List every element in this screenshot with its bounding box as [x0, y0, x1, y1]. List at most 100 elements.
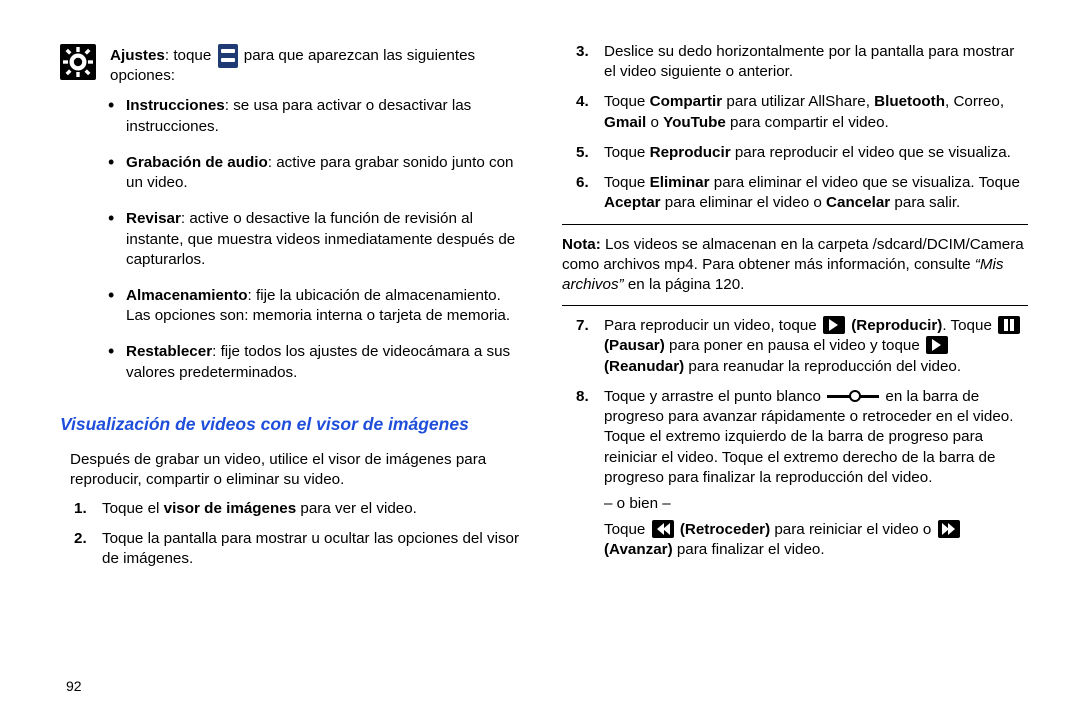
t: Toque: [604, 93, 650, 110]
step-text: Deslice su dedo horizontalmente por la p…: [604, 43, 1014, 80]
step-7: 7. Para reproducir un video, toque (Repr…: [562, 316, 1028, 377]
t: Para reproducir un video, toque: [604, 317, 821, 334]
pause-icon: [998, 316, 1020, 334]
bullet-title: Revisar: [126, 210, 181, 227]
t: Toque: [604, 521, 650, 538]
step-text: Toque y arrastre el punto blanco en la b…: [604, 388, 1028, 559]
bullet-title: Almacenamiento: [126, 287, 248, 304]
ajustes-item: Ajustes: toque para que aparezcan las si…: [60, 42, 526, 86]
page-number: 92: [66, 677, 82, 696]
manual-page: Ajustes: toque para que aparezcan las si…: [0, 0, 1080, 720]
right-column: 3. Deslice su dedo horizontalmente por l…: [562, 42, 1028, 579]
note-block: Nota: Los videos se almacenan en la carp…: [562, 235, 1028, 296]
bullet-title: Instrucciones: [126, 97, 225, 114]
intro-paragraph: Después de grabar un video, utilice el v…: [70, 450, 522, 490]
bullet-restablecer: Restablecer: fije todos los ajustes de v…: [108, 342, 526, 382]
t-bold: Aceptar: [604, 194, 661, 211]
t-bold: Eliminar: [650, 174, 710, 191]
step-number: 8.: [576, 387, 589, 407]
sliders-icon: [218, 44, 238, 68]
t: Toque el: [102, 500, 164, 517]
t: para reiniciar el video o: [770, 521, 935, 538]
t: para eliminar el video que se visualiza.…: [710, 174, 1020, 191]
t: para reproducir el video que se visualiz…: [731, 144, 1011, 161]
step-number: 7.: [576, 316, 589, 336]
left-column: Ajustes: toque para que aparezcan las si…: [60, 42, 526, 579]
t: para finalizar el video.: [673, 541, 825, 558]
t: en la página 120.: [624, 276, 745, 293]
rewind-icon: [652, 520, 674, 538]
right-steps-a: 3. Deslice su dedo horizontalmente por l…: [562, 42, 1028, 214]
step-1: 1. Toque el visor de imágenes para ver e…: [60, 499, 526, 519]
bullet-instrucciones: Instrucciones: se usa para activar o des…: [108, 96, 526, 136]
t: para compartir el video.: [726, 114, 889, 131]
step-text: Toque la pantalla para mostrar u ocultar…: [102, 530, 519, 567]
step-4: 4. Toque Compartir para utilizar AllShar…: [562, 92, 1028, 132]
note-body: Los videos se almacenan en la carpeta /s…: [562, 236, 1024, 293]
t: para poner en pausa el video y toque: [665, 337, 924, 354]
t: Toque: [604, 174, 650, 191]
step-text: Para reproducir un video, toque (Reprodu…: [604, 317, 1022, 374]
ajustes-colon: : toque: [165, 47, 216, 64]
t-bold: visor de imágenes: [164, 500, 297, 517]
t-bold: Compartir: [650, 93, 723, 110]
play-icon: [823, 316, 845, 334]
step-number: 3.: [576, 42, 589, 62]
t: para reanudar la reproducción del video.: [684, 358, 961, 375]
section-heading: Visualización de videos con el visor de …: [60, 413, 526, 436]
gear-icon: [60, 44, 96, 80]
two-columns: Ajustes: toque para que aparezcan las si…: [60, 42, 1028, 579]
t: Los videos se almacenan en la carpeta /s…: [562, 236, 1024, 273]
progress-dot-icon: [827, 387, 879, 405]
left-steps: 1. Toque el visor de imágenes para ver e…: [60, 499, 526, 570]
t: , Correo,: [945, 93, 1004, 110]
ajustes-label: Ajustes: [110, 47, 165, 64]
step-text: Toque Reproducir para reproducir el vide…: [604, 144, 1011, 161]
t-bold: (Retroceder): [676, 521, 771, 538]
t-bold: Bluetooth: [874, 93, 945, 110]
ajustes-text: Ajustes: toque para que aparezcan las si…: [110, 42, 526, 86]
step-text: Toque el visor de imágenes para ver el v…: [102, 500, 417, 517]
step-number: 4.: [576, 92, 589, 112]
t: para eliminar el video o: [661, 194, 826, 211]
step-number: 6.: [576, 173, 589, 193]
t-bold: (Pausar): [604, 337, 665, 354]
t: . Toque: [942, 317, 996, 334]
bullet-revisar: Revisar: active o desactive la función d…: [108, 209, 526, 270]
step-8: 8. Toque y arrastre el punto blanco en l…: [562, 387, 1028, 561]
t-bold: Reproducir: [650, 144, 731, 161]
fast-forward-icon: [938, 520, 960, 538]
t: o: [646, 114, 663, 131]
t: Toque: [604, 144, 650, 161]
t: Toque y arrastre el punto blanco: [604, 388, 825, 405]
t: para ver el video.: [296, 500, 417, 517]
step-2: 2. Toque la pantalla para mostrar u ocul…: [60, 529, 526, 569]
note-rule-bottom: [562, 305, 1028, 306]
t: para salir.: [890, 194, 960, 211]
or-divider: – o bien –: [604, 494, 1028, 514]
note-rule-top: [562, 224, 1028, 225]
step-number: 2.: [74, 529, 87, 549]
bullet-title: Restablecer: [126, 343, 212, 360]
bullet-title: Grabación de audio: [126, 154, 268, 171]
step-5: 5. Toque Reproducir para reproducir el v…: [562, 143, 1028, 163]
t-bold: YouTube: [663, 114, 726, 131]
note-label: Nota:: [562, 236, 601, 253]
settings-bullet-list: Instrucciones: se usa para activar o des…: [108, 96, 526, 382]
t-bold: Gmail: [604, 114, 646, 131]
t-bold: (Avanzar): [604, 541, 673, 558]
t-bold: Cancelar: [826, 194, 890, 211]
t: para utilizar AllShare,: [722, 93, 874, 110]
play-icon: [926, 336, 948, 354]
step-number: 5.: [576, 143, 589, 163]
step-number: 1.: [74, 499, 87, 519]
step-3: 3. Deslice su dedo horizontalmente por l…: [562, 42, 1028, 82]
bullet-almacenamiento: Almacenamiento: fije la ubicación de alm…: [108, 286, 526, 326]
t-bold: (Reproducir): [847, 317, 942, 334]
bullet-rest: : active o desactive la función de revis…: [126, 210, 515, 267]
bullet-grabacion-audio: Grabación de audio: active para grabar s…: [108, 153, 526, 193]
t-bold: (Reanudar): [604, 358, 684, 375]
right-steps-b: 7. Para reproducir un video, toque (Repr…: [562, 316, 1028, 560]
step-text: Toque Compartir para utilizar AllShare, …: [604, 93, 1004, 130]
step-6: 6. Toque Eliminar para eliminar el video…: [562, 173, 1028, 213]
